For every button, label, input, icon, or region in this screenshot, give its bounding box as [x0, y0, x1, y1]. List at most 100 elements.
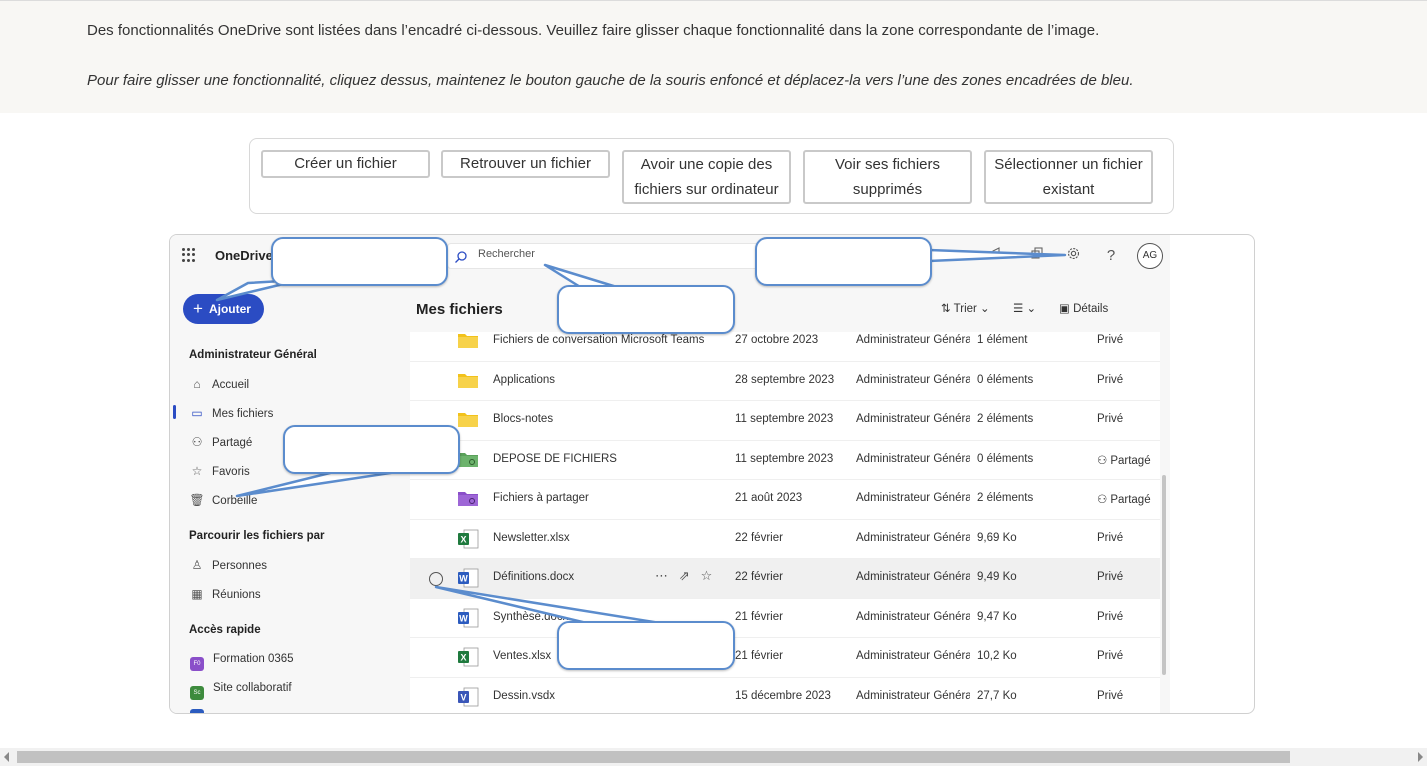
sort-icon: ⇅ — [941, 303, 951, 315]
scroll-right-arrow-icon — [1418, 752, 1423, 762]
file-date: 11 septembre 2023 — [735, 452, 834, 465]
file-size: 0 éléments — [977, 373, 1034, 386]
instruction-hint: Pour faire glisser une fonctionnalité, c… — [87, 72, 1134, 89]
file-row: W Définitions.docx ⋯ ⇗ ☆ 22 février Administ… — [410, 559, 1160, 599]
file-owner: Administrateur Général — [856, 492, 970, 504]
file-owner: Administrateur Général — [856, 650, 970, 662]
quick-access-title: Accès rapide — [189, 624, 261, 636]
trash-icon: 🗑 — [189, 493, 205, 507]
file-sharing: Privé — [1097, 571, 1124, 583]
sidebar-item-recycle-bin: 🗑 Corbeille — [189, 489, 257, 511]
file-name: Blocs-notes — [493, 413, 554, 425]
file-owner: Administrateur Général — [856, 610, 970, 623]
file-size: 9,49 Ko — [977, 571, 1017, 583]
file-date: 27 octobre 2023 — [735, 334, 819, 346]
sidebar-item-my-files: ▭ Mes fichiers — [189, 402, 273, 424]
drop-zone-file-select[interactable] — [557, 621, 735, 670]
drop-zone-settings[interactable] — [755, 237, 932, 286]
svg-text:W: W — [459, 574, 468, 584]
file-sharing: Privé — [1097, 689, 1124, 702]
file-name: Applications — [493, 373, 556, 386]
browse-section-title: Parcourir les fichiers par — [189, 530, 325, 542]
file-owner: Administrateur Général — [856, 689, 970, 702]
token-create-file[interactable]: Créer un fichier — [261, 150, 430, 178]
token-select-file[interactable]: Sélectionner un fichier existant — [984, 150, 1153, 204]
file-size: 1 élément — [977, 334, 1028, 346]
file-name: Définitions.docx — [493, 571, 575, 583]
file-owner: Administrateur Général — [856, 373, 970, 386]
details-pane-icon: ▣ — [1059, 303, 1070, 315]
folder-icon — [457, 371, 479, 394]
token-deleted-files[interactable]: Voir ses fichiers supprimés — [803, 150, 972, 204]
file-name: Dessin.vsdx — [493, 689, 555, 702]
sidebar-item-people: ♙ Personnes — [189, 554, 267, 576]
drop-zone-recycle-bin[interactable] — [283, 425, 460, 474]
select-radio — [429, 572, 443, 586]
file-owner: Administrateur Général — [856, 571, 970, 583]
scroll-left-arrow-icon — [4, 752, 9, 762]
horizontal-scrollbar[interactable] — [0, 748, 1427, 766]
view-options-command: ☰ ⌄ — [1013, 303, 1037, 315]
file-date: 21 août 2023 — [735, 492, 803, 504]
file-date: 28 septembre 2023 — [735, 373, 835, 386]
file-row: X Ventes.xlsx 21 février Administrateur Gén… — [410, 638, 1160, 678]
file-list: Fichiers de conversation Microsoft Teams… — [410, 332, 1160, 713]
app-launcher-icon — [182, 248, 196, 262]
file-name: Ventes.xlsx — [493, 650, 552, 662]
file-sharing: Privé — [1097, 413, 1124, 425]
file-size: 10,2 Ko — [977, 650, 1017, 662]
instruction-text: Des fonctionnalités OneDrive sont listée… — [87, 22, 1100, 39]
file-owner: Administrateur Général — [856, 531, 970, 544]
sort-command: ⇅ Trier ⌄ — [941, 303, 990, 315]
add-button: + Ajouter — [183, 294, 264, 324]
sidebar: + Ajouter Administrateur Général ⌂ Accueil… — [170, 277, 410, 713]
svg-text:V: V — [460, 692, 466, 702]
file-row: Applications 28 septembre 2023 Administrat… — [410, 362, 1160, 401]
file-row: X Newsletter.xlsx 22 février Administrateur… — [410, 520, 1160, 559]
file-name: DEPOSE DE FICHIERS — [493, 452, 617, 465]
folder-purple-icon — [457, 489, 479, 512]
file-row: Fichiers de conversation Microsoft Teams… — [410, 322, 1160, 362]
file-owner: Administrateur Général — [856, 452, 970, 465]
sidebar-item-meetings: ▦ Réunions — [189, 583, 260, 605]
file-date: 15 décembre 2023 — [735, 689, 831, 702]
visio-icon: V — [457, 687, 479, 712]
file-name: Newsletter.xlsx — [493, 531, 570, 544]
file-row: Blocs-notes 11 septembre 2023 Administrate… — [410, 401, 1160, 441]
megaphone-icon — [988, 246, 1008, 266]
word-icon: W — [457, 568, 479, 593]
svg-text:X: X — [460, 653, 466, 663]
svg-text:W: W — [459, 613, 468, 623]
file-row: W Synthèse.docx 21 février Administrateur G… — [410, 599, 1160, 638]
people-icon: ⚇ — [1097, 494, 1108, 506]
scrollbar-thumb[interactable] — [17, 751, 1290, 763]
file-date: 11 septembre 2023 — [735, 413, 834, 425]
file-size: 9,47 Ko — [977, 610, 1017, 623]
file-sharing: ⚇ Partagé — [1097, 494, 1151, 506]
excel-icon: X — [457, 529, 479, 554]
details-command: ▣ Détails — [1059, 303, 1109, 315]
drop-zone-search[interactable] — [557, 285, 735, 334]
file-owner: Administrateur Général — [856, 413, 970, 425]
token-sync-copy[interactable]: Avoir une copie des fichiers sur ordinate… — [622, 150, 791, 204]
quick-item-formation: F0 Formation 0365 — [189, 648, 294, 671]
file-size: 27,7 Ko — [977, 689, 1017, 702]
share-icon: ⇗ — [678, 568, 690, 583]
more-icon: ⋯ — [655, 568, 668, 583]
avatar: AG — [1137, 243, 1163, 269]
file-sharing: Privé — [1097, 650, 1124, 662]
person-icon: ♙ — [191, 558, 203, 572]
file-name: Synthèse.docx — [493, 610, 569, 623]
search-icon — [455, 251, 467, 263]
file-size: 2 éléments — [977, 413, 1034, 425]
row-actions: ⋯ ⇗ ☆ — [655, 568, 712, 584]
token-find-file[interactable]: Retrouver un fichier — [441, 150, 610, 178]
file-row: V Dessin.vsdx 15 décembre 2023 Administrate… — [410, 678, 1160, 714]
gear-icon — [1063, 246, 1083, 266]
file-sharing: Privé — [1097, 334, 1124, 346]
quick-item-site: Sc Site collaboratif — [189, 677, 292, 700]
drop-zone-add-button[interactable] — [271, 237, 448, 286]
home-icon: ⌂ — [193, 377, 201, 391]
list-view-icon: ☰ — [1013, 303, 1024, 315]
file-size: 2 éléments — [977, 492, 1034, 504]
